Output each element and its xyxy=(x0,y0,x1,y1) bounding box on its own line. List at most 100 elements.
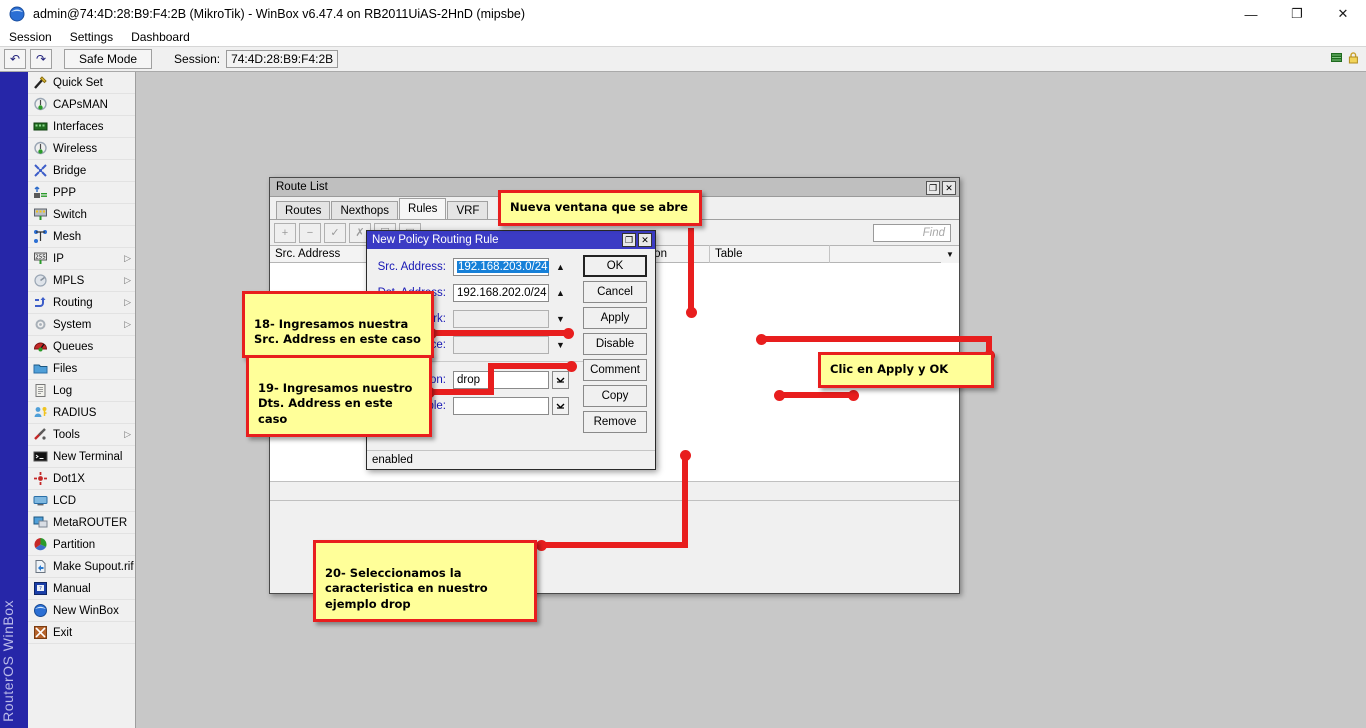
input-action[interactable]: drop xyxy=(453,371,549,389)
comment-button[interactable]: Comment xyxy=(583,359,647,381)
sidebar-item-partition[interactable]: Partition xyxy=(28,534,135,556)
sidebar-item-lcd[interactable]: LCD xyxy=(28,490,135,512)
column-table[interactable]: Table xyxy=(710,245,830,263)
dialog-restore-button[interactable]: ❐ xyxy=(622,233,636,247)
sidebar-item-label: Interfaces xyxy=(53,121,104,133)
route-list-window-buttons: ❐ ✕ xyxy=(926,181,956,195)
annotation-dot-apply xyxy=(774,390,785,401)
dropdown-button-table[interactable] xyxy=(552,397,569,415)
sidebar-item-mesh[interactable]: Mesh xyxy=(28,226,135,248)
sidebar-item-label: PPP xyxy=(53,187,76,199)
menu-session[interactable]: Session xyxy=(0,28,61,46)
sidebar-item-switch[interactable]: Switch xyxy=(28,204,135,226)
label-src-address: Src. Address: xyxy=(367,261,453,273)
chevron-down-icon-routing-mark[interactable]: ▼ xyxy=(552,310,569,328)
sidebar-item-label: Tools xyxy=(53,429,80,441)
dialog-titlebar[interactable]: New Policy Routing Rule ❐ ✕ xyxy=(367,231,655,249)
tab-vrf[interactable]: VRF xyxy=(447,201,488,219)
sidebar-item-label: New Terminal xyxy=(53,451,122,463)
annotation-dot-apply-end xyxy=(848,390,859,401)
undo-icon[interactable]: ↶ xyxy=(4,49,26,69)
dot1x-icon xyxy=(32,471,48,487)
sidebar-item-label: Exit xyxy=(53,627,72,639)
safe-mode-button[interactable]: Safe Mode xyxy=(64,49,152,69)
find-input[interactable]: Find xyxy=(873,224,951,242)
spinner-up-icon-dst-address[interactable]: ▲ xyxy=(552,284,569,302)
sidebar-item-label: Wireless xyxy=(53,143,97,155)
menu-dashboard[interactable]: Dashboard xyxy=(122,28,199,46)
sidebar-item-mpls[interactable]: MPLS▷ xyxy=(28,270,135,292)
route-list-restore-button[interactable]: ❐ xyxy=(926,181,940,195)
sidebar-item-bridge[interactable]: Bridge xyxy=(28,160,135,182)
sidebar-item-new-terminal[interactable]: New Terminal xyxy=(28,446,135,468)
menu-settings[interactable]: Settings xyxy=(61,28,122,46)
spinner-up-icon-src-address[interactable]: ▲ xyxy=(552,258,569,276)
column-menu-icon[interactable]: ▼ xyxy=(941,246,959,263)
remove-button[interactable]: − xyxy=(299,223,321,243)
sidebar-item-make-supout-rif[interactable]: Make Supout.rif xyxy=(28,556,135,578)
redo-icon[interactable]: ↷ xyxy=(30,49,52,69)
mesh-icon xyxy=(32,229,48,245)
tab-nexthops[interactable]: Nexthops xyxy=(331,201,398,219)
callout-step-19: 19- Ingresamos nuestro Dts. Address en e… xyxy=(246,355,432,437)
cancel-button[interactable]: Cancel xyxy=(583,281,647,303)
sidebar-item-label: Manual xyxy=(53,583,91,595)
folder-icon xyxy=(32,361,48,377)
sidebar-item-manual[interactable]: ?Manual xyxy=(28,578,135,600)
sidebar-menu: Quick SetCAPsMAN Interfaces Wireless Bridge… xyxy=(28,72,136,728)
sidebar-item-queues[interactable]: Queues xyxy=(28,336,135,358)
sidebar-item-wireless[interactable]: Wireless xyxy=(28,138,135,160)
ok-button[interactable]: OK xyxy=(583,255,647,277)
sidebar-item-capsman[interactable]: CAPsMAN xyxy=(28,94,135,116)
maximize-button[interactable]: ❐ xyxy=(1274,0,1320,28)
sidebar-item-tools[interactable]: Tools▷ xyxy=(28,424,135,446)
sidebar-item-label: Files xyxy=(53,363,77,375)
dialog-close-button[interactable]: ✕ xyxy=(638,233,652,247)
remove-button[interactable]: Remove xyxy=(583,411,647,433)
sidebar-item-routing[interactable]: Routing▷ xyxy=(28,292,135,314)
tab-routes[interactable]: Routes xyxy=(276,201,330,219)
sidebar-item-label: RADIUS xyxy=(53,407,96,419)
copy-button[interactable]: Copy xyxy=(583,385,647,407)
sidebar-item-metarouter[interactable]: MetaROUTER xyxy=(28,512,135,534)
sidebar-item-exit[interactable]: Exit xyxy=(28,622,135,644)
sidebar-item-radius[interactable]: RADIUS xyxy=(28,402,135,424)
close-button[interactable]: ✕ xyxy=(1320,0,1366,28)
annotation-line-new-window-vertical xyxy=(688,228,694,312)
input-table[interactable] xyxy=(453,397,549,415)
route-list-close-button[interactable]: ✕ xyxy=(942,181,956,195)
minimize-button[interactable]: — xyxy=(1228,0,1274,28)
dropdown-button-action[interactable] xyxy=(552,371,569,389)
add-button[interactable]: + xyxy=(274,223,296,243)
callout-step-20-text: 20- Seleccionamos la caracteristica en n… xyxy=(325,566,488,611)
input-routing-mark[interactable] xyxy=(453,310,549,328)
exit-icon xyxy=(32,625,48,641)
callout-step-19-text: 19- Ingresamos nuestro Dts. Address en e… xyxy=(258,381,412,426)
sidebar-item-label: Routing xyxy=(53,297,93,309)
enable-button[interactable]: ✓ xyxy=(324,223,346,243)
sidebar-item-ip[interactable]: 255IP▷ xyxy=(28,248,135,270)
sidebar-item-new-winbox[interactable]: New WinBox xyxy=(28,600,135,622)
sidebar-item-ppp[interactable]: PPP xyxy=(28,182,135,204)
input-dst-address[interactable]: 192.168.202.0/24 xyxy=(453,284,549,302)
sidebar-item-files[interactable]: Files xyxy=(28,358,135,380)
sidebar-item-system[interactable]: System▷ xyxy=(28,314,135,336)
disable-button[interactable]: Disable xyxy=(583,333,647,355)
input-src-address[interactable]: 192.168.203.0/24 xyxy=(453,258,549,276)
dialog-button-column: OK Cancel Apply Disable Comment Copy Remove xyxy=(583,255,647,433)
input-interface[interactable] xyxy=(453,336,549,354)
tab-rules[interactable]: Rules xyxy=(399,198,446,219)
apply-button[interactable]: Apply xyxy=(583,307,647,329)
bridge-icon xyxy=(32,163,48,179)
sidebar-item-label: MetaROUTER xyxy=(53,517,127,529)
sidebar-item-log[interactable]: Log xyxy=(28,380,135,402)
sidebar-item-quick-set[interactable]: Quick Set xyxy=(28,72,135,94)
sidebar-item-dot1x[interactable]: Dot1X xyxy=(28,468,135,490)
annotation-line-18 xyxy=(430,330,570,336)
callout-step-18-text: 18- Ingresamos nuestra Src. Address en e… xyxy=(254,317,421,347)
system-icon xyxy=(32,317,48,333)
sidebar-item-interfaces[interactable]: Interfaces xyxy=(28,116,135,138)
route-list-statusbar xyxy=(270,481,959,500)
annotation-dot-ok xyxy=(756,334,767,345)
annotation-line-19-h1 xyxy=(428,389,494,395)
